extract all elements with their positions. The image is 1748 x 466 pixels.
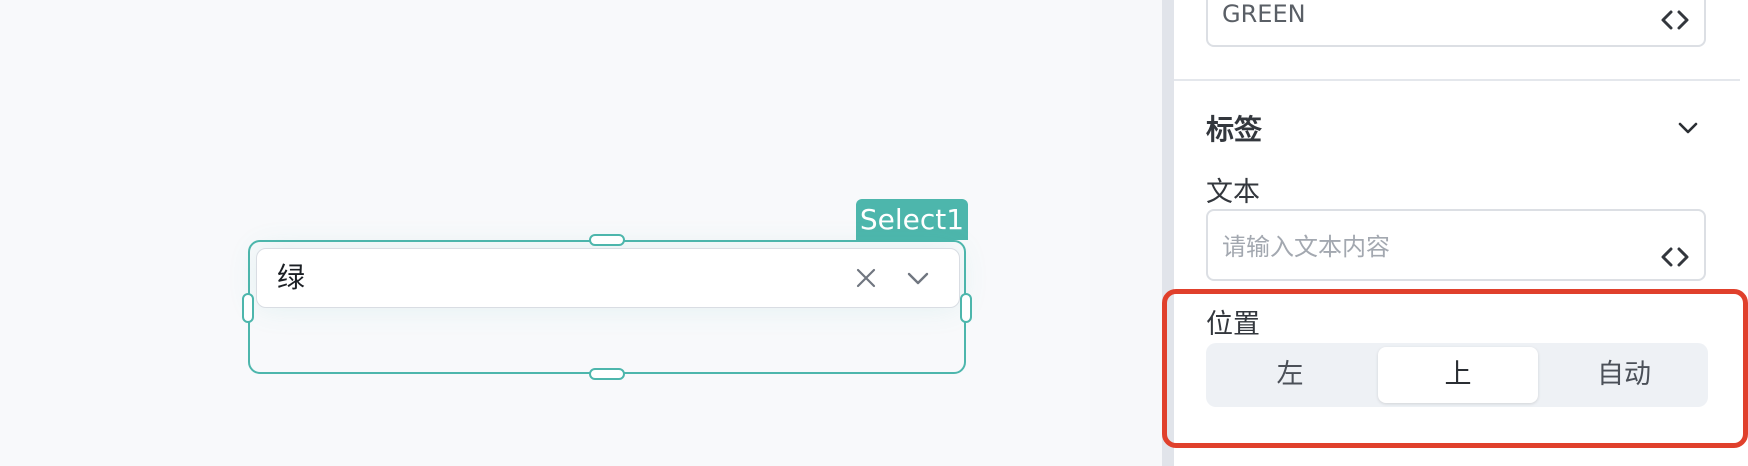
position-option-auto[interactable]: 自动 bbox=[1544, 347, 1704, 403]
section-divider bbox=[1174, 79, 1740, 81]
component-name-tag[interactable]: Select1 bbox=[856, 199, 968, 240]
position-label: 位置 bbox=[1206, 309, 1260, 340]
position-option-top[interactable]: 上 bbox=[1378, 347, 1538, 403]
chevron-down-icon[interactable] bbox=[905, 265, 931, 291]
chevron-down-icon[interactable] bbox=[1676, 116, 1700, 140]
text-field-label: 文本 bbox=[1206, 177, 1260, 208]
text-input-placeholder: 请输入文本内容 bbox=[1222, 233, 1390, 261]
position-option-left[interactable]: 左 bbox=[1210, 347, 1370, 403]
resize-handle-left[interactable] bbox=[242, 293, 254, 323]
value-field-text: GREEN bbox=[1222, 0, 1306, 28]
code-icon[interactable] bbox=[1660, 246, 1690, 268]
close-icon[interactable] bbox=[853, 265, 879, 291]
select-value: 绿 bbox=[277, 261, 306, 294]
resize-handle-bottom[interactable] bbox=[589, 368, 625, 380]
value-field[interactable]: GREEN bbox=[1206, 0, 1706, 47]
position-segmented-control[interactable]: 左 上 自动 bbox=[1206, 343, 1708, 407]
resize-handle-right[interactable] bbox=[960, 293, 972, 323]
properties-panel: GREEN 标签 文本 请输入文本内容 位置 左 上 自动 bbox=[1174, 0, 1748, 466]
panel-divider[interactable] bbox=[1162, 0, 1174, 466]
design-canvas[interactable]: Select1 绿 bbox=[0, 0, 1090, 466]
text-input[interactable]: 请输入文本内容 bbox=[1206, 209, 1706, 281]
app-root: Select1 绿 GREEN 标签 文本 请输入文本内容 位置 左 上 自动 bbox=[0, 0, 1748, 466]
select-dropdown[interactable]: 绿 bbox=[256, 248, 960, 308]
code-icon[interactable] bbox=[1660, 9, 1690, 31]
section-title-label[interactable]: 标签 bbox=[1206, 108, 1262, 148]
resize-handle-top[interactable] bbox=[589, 234, 625, 246]
